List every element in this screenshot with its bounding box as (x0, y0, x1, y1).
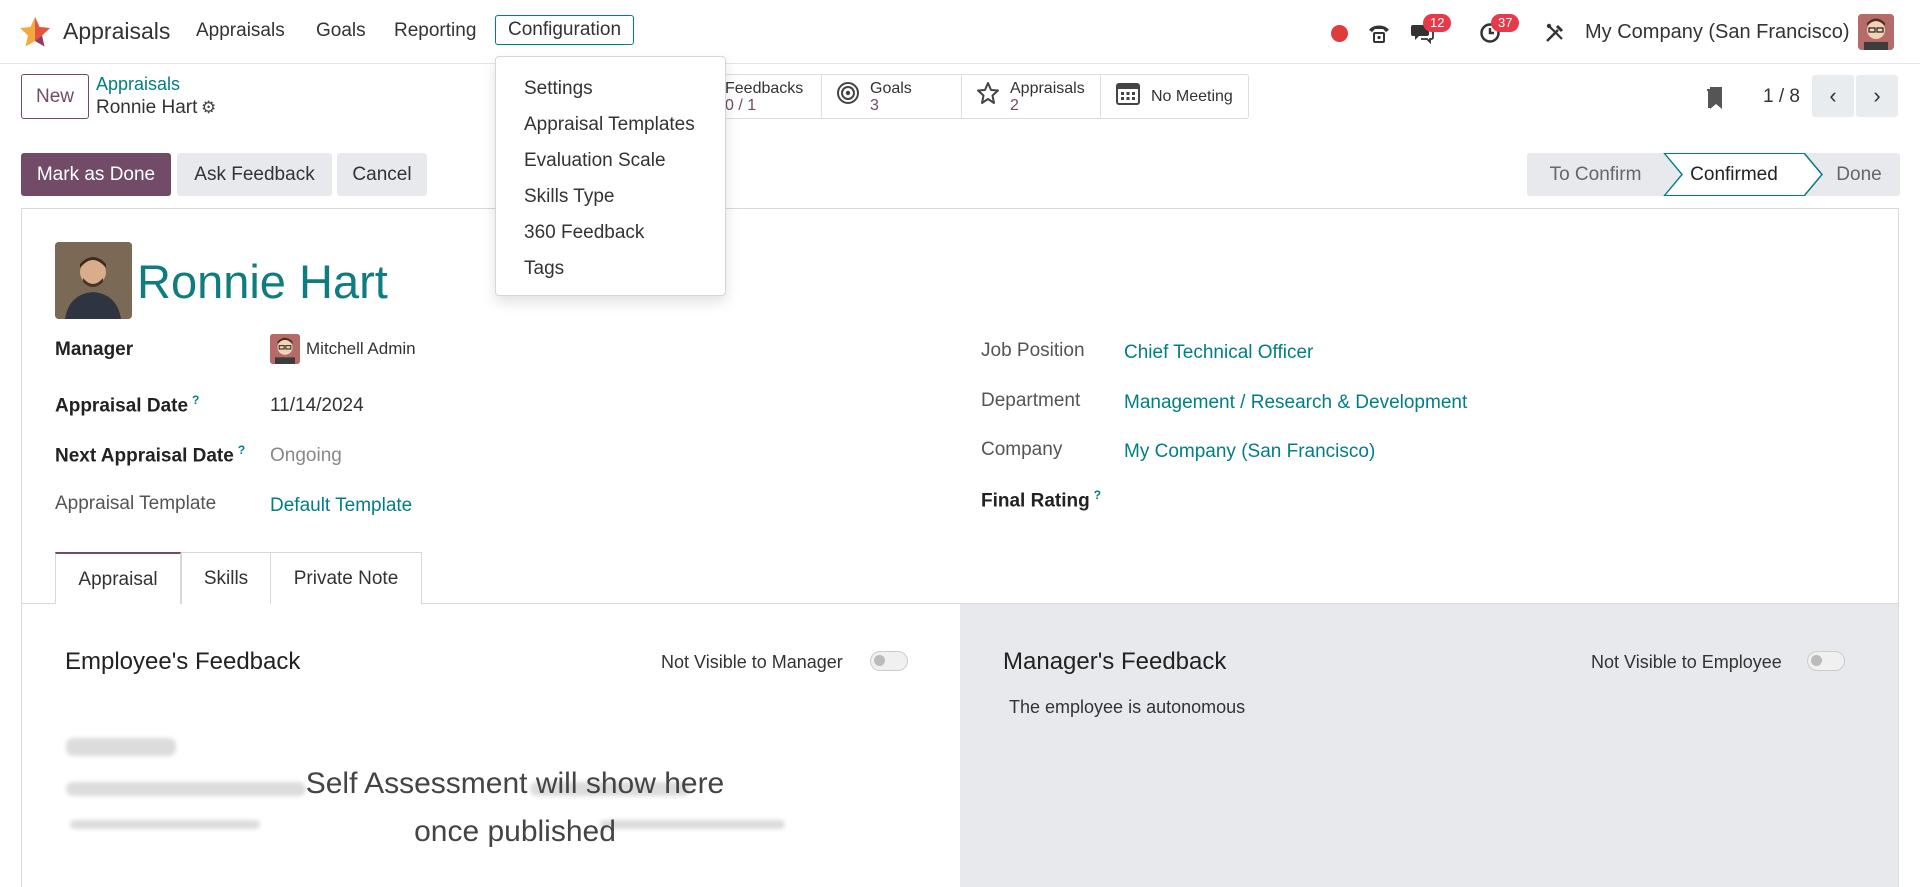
appraisal-template-value[interactable]: Default Template (270, 495, 412, 517)
appraisals-label: Appraisals (1010, 79, 1085, 97)
company-value[interactable]: My Company (San Francisco) (1124, 441, 1375, 463)
phone-icon[interactable] (1364, 18, 1394, 48)
blurred-text-line (66, 738, 176, 756)
menu-item-tags[interactable]: Tags (496, 251, 725, 287)
calendar-icon (1115, 80, 1141, 113)
job-position-value[interactable]: Chief Technical Officer (1124, 342, 1313, 364)
manager-visibility-toggle[interactable] (1807, 651, 1845, 671)
appraisal-date-label: Appraisal Date? (55, 393, 200, 417)
help-tooltip-icon[interactable]: ? (238, 443, 245, 457)
stage-done[interactable]: Done (1804, 153, 1900, 196)
department-label: Department (981, 390, 1081, 411)
company-label: Company (981, 439, 1063, 460)
department-value[interactable]: Management / Research & Development (1124, 392, 1467, 414)
star-icon (976, 81, 1000, 112)
messages-icon[interactable]: 12 (1407, 14, 1452, 48)
feedbacks-smart-button[interactable]: Feedbacks 0 / 1 (711, 75, 821, 118)
manager-avatar (270, 334, 300, 364)
target-icon (836, 81, 860, 112)
manager-feedback-title: Manager's Feedback (1003, 648, 1227, 675)
blurred-text-line (70, 820, 260, 829)
breadcrumb-current: Ronnie Hart (96, 97, 198, 118)
mark-as-done-button[interactable]: Mark as Done (21, 153, 171, 196)
appraisals-smart-button[interactable]: Appraisals 2 (961, 75, 1100, 118)
menu-appraisals[interactable]: Appraisals (196, 20, 285, 42)
chevron-right-icon: › (1873, 83, 1881, 108)
status-bar: To Confirm Confirmed Done (1527, 153, 1900, 196)
help-tooltip-icon[interactable]: ? (1094, 488, 1101, 502)
debug-tools-icon[interactable] (1540, 18, 1570, 48)
breadcrumb-parent[interactable]: Appraisals (96, 74, 180, 95)
help-tooltip-icon[interactable]: ? (192, 393, 199, 407)
recording-dot-icon[interactable] (1324, 18, 1354, 48)
goals-value: 3 (870, 96, 879, 114)
feedbacks-value: 0 / 1 (725, 96, 757, 114)
employee-name: Ronnie Hart (137, 255, 388, 308)
manager-feedback-pane (960, 604, 1898, 887)
menu-item-360-feedback[interactable]: 360 Feedback (496, 215, 725, 251)
app-logo-icon[interactable] (18, 16, 52, 48)
tab-private-note[interactable]: Private Note (270, 552, 422, 604)
manager-value[interactable]: Mitchell Admin (306, 339, 416, 359)
meeting-smart-button[interactable]: No Meeting (1100, 75, 1248, 118)
goals-smart-button[interactable]: Goals 3 (821, 75, 961, 118)
activities-badge: 37 (1491, 14, 1520, 32)
manager-label: Manager (55, 339, 134, 360)
employee-visibility-toggle[interactable] (870, 651, 908, 671)
employee-feedback-title: Employee's Feedback (65, 648, 301, 675)
smart-buttons: Feedbacks 0 / 1 Goals 3 Appraisals 2 No Mee… (710, 74, 1249, 119)
final-rating-label: Final Rating? (981, 488, 1102, 512)
user-avatar[interactable] (1858, 14, 1894, 50)
bookmark-icon[interactable] (1706, 86, 1724, 110)
menu-reporting[interactable]: Reporting (394, 20, 476, 42)
feedbacks-label: Feedbacks (725, 79, 804, 97)
messages-badge: 12 (1423, 14, 1452, 32)
pager-next-button[interactable]: › (1856, 75, 1898, 117)
meeting-label: No Meeting (1151, 88, 1233, 105)
manager-visibility-label: Not Visible to Employee (1591, 652, 1782, 672)
self-assessment-placeholder: Self Assessment will show here once publ… (305, 767, 725, 848)
manager-feedback-text[interactable]: The employee is autonomous (1009, 697, 1245, 718)
activities-clock-icon[interactable]: 37 (1475, 14, 1520, 48)
goals-label: Goals (870, 79, 912, 97)
employee-photo[interactable] (55, 242, 132, 319)
top-navbar: Appraisals Appraisals Goals Reporting Co… (0, 0, 1920, 64)
configuration-dropdown-menu: Settings Appraisal Templates Evaluation … (495, 56, 726, 296)
cancel-button[interactable]: Cancel (337, 153, 427, 196)
ask-feedback-button[interactable]: Ask Feedback (177, 153, 332, 196)
appraisal-date-value[interactable]: 11/14/2024 (270, 395, 364, 417)
appraisals-value: 2 (1010, 96, 1019, 114)
pager-previous-button[interactable]: ‹ (1812, 75, 1854, 117)
chevron-left-icon: ‹ (1829, 83, 1837, 108)
tab-appraisal[interactable]: Appraisal (55, 552, 181, 605)
appraisal-template-label: Appraisal Template (55, 493, 217, 514)
menu-item-appraisal-templates[interactable]: Appraisal Templates (496, 107, 725, 143)
next-appraisal-date-value[interactable]: Ongoing (270, 445, 342, 467)
stage-to-confirm[interactable]: To Confirm (1527, 153, 1664, 196)
company-switcher[interactable]: My Company (San Francisco) (1585, 21, 1850, 44)
tab-skills[interactable]: Skills (181, 552, 271, 604)
menu-item-skills-type[interactable]: Skills Type (496, 179, 725, 215)
menu-configuration[interactable]: Configuration (495, 15, 635, 45)
menu-item-settings[interactable]: Settings (496, 71, 725, 107)
gear-icon[interactable]: ⚙ (201, 98, 216, 118)
employee-visibility-label: Not Visible to Manager (661, 652, 843, 672)
app-name[interactable]: Appraisals (63, 18, 170, 45)
next-appraisal-date-label: Next Appraisal Date? (55, 443, 246, 467)
job-position-label: Job Position (981, 340, 1085, 361)
pager-value[interactable]: 1 / 8 (1763, 86, 1800, 108)
menu-item-evaluation-scale[interactable]: Evaluation Scale (496, 143, 725, 179)
stage-confirmed[interactable]: Confirmed (1664, 153, 1804, 196)
new-button[interactable]: New (21, 74, 89, 119)
menu-goals[interactable]: Goals (316, 20, 366, 42)
